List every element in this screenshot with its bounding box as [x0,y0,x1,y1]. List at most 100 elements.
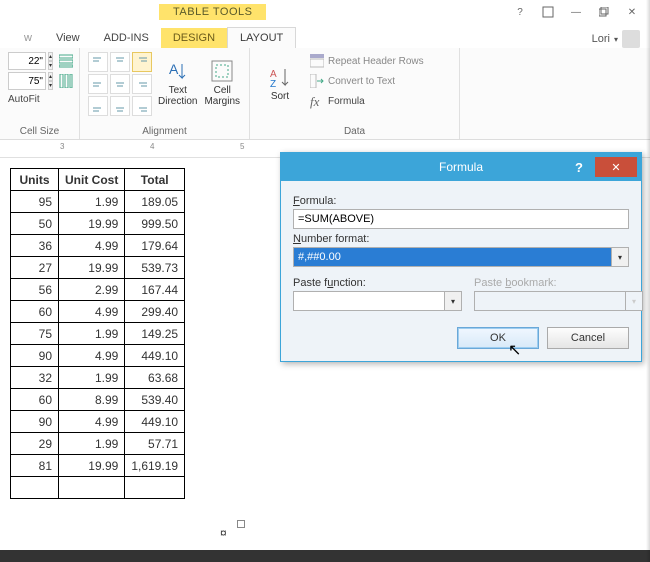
table-row[interactable] [11,477,185,499]
table-cell[interactable]: 299.40 [125,301,185,323]
table-cell[interactable]: 19.99 [59,455,125,477]
spin-down-icon[interactable]: ▾ [48,81,53,90]
table-row[interactable]: 604.99299.40 [11,301,185,323]
table-row[interactable]: 904.99449.10 [11,411,185,433]
tab-view-partial[interactable]: w [12,28,44,48]
restore-button[interactable] [590,2,618,22]
table-cell[interactable]: 539.40 [125,389,185,411]
table-row[interactable]: 608.99539.40 [11,389,185,411]
tab-design[interactable]: DESIGN [161,28,227,48]
table-cell[interactable]: 1,619.19 [125,455,185,477]
table-cell[interactable]: 81 [11,455,59,477]
convert-to-text-button[interactable]: Convert to Text [306,72,428,90]
paste-function-combo[interactable]: ▾ [293,291,462,311]
table-cell[interactable]: 539.73 [125,257,185,279]
col-width-spinner[interactable]: ▴▾ [8,72,71,90]
table-cell[interactable]: 4.99 [59,235,125,257]
table-cell[interactable]: 60 [11,389,59,411]
tab-view[interactable]: View [44,28,92,48]
table-cell[interactable]: 75 [11,323,59,345]
align-mid-left-button[interactable] [88,74,108,94]
table-cell[interactable]: 29 [11,433,59,455]
paste-function-input[interactable] [293,291,444,311]
cancel-button[interactable]: Cancel [547,327,629,349]
tab-addins[interactable]: ADD-INS [92,28,161,48]
table-header[interactable]: Total [125,169,185,191]
table-cell[interactable]: 8.99 [59,389,125,411]
table-cell[interactable]: 50 [11,213,59,235]
table-cell[interactable] [125,477,185,499]
table-cell[interactable]: 4.99 [59,301,125,323]
table-cell[interactable]: 4.99 [59,411,125,433]
tab-layout[interactable]: LAYOUT [227,27,296,48]
table-cell[interactable]: 60 [11,301,59,323]
table-row[interactable]: 8119.991,619.19 [11,455,185,477]
spin-down-icon[interactable]: ▾ [48,61,53,70]
number-format-dropdown-icon[interactable]: ▾ [611,247,629,267]
table-row[interactable]: 2719.99539.73 [11,257,185,279]
align-bot-right-button[interactable] [132,96,152,116]
table-cell[interactable]: 63.68 [125,367,185,389]
align-bot-center-button[interactable] [110,96,130,116]
align-top-center-button[interactable] [110,52,130,72]
table-cell[interactable]: 32 [11,367,59,389]
table-cell[interactable]: 1.99 [59,433,125,455]
repeat-header-rows-button[interactable]: Repeat Header Rows [306,52,428,70]
close-button[interactable]: ✕ [618,2,646,22]
table-row[interactable]: 321.9963.68 [11,367,185,389]
dialog-titlebar[interactable]: Formula ? ✕ [281,153,641,181]
ribbon-options-button[interactable] [534,2,562,22]
table-cell[interactable]: 19.99 [59,213,125,235]
spin-up-icon[interactable]: ▴ [48,72,53,81]
table-cell[interactable]: 56 [11,279,59,301]
table-row[interactable]: 562.99167.44 [11,279,185,301]
autofit-button[interactable]: AutoFit [8,94,71,105]
table-row[interactable]: 364.99179.64 [11,235,185,257]
user-area[interactable]: Lori ▾ [592,30,640,48]
formula-input[interactable] [293,209,629,229]
table-resize-handle[interactable] [237,520,245,528]
table-cell[interactable]: 27 [11,257,59,279]
table-cell[interactable]: 36 [11,235,59,257]
number-format-input[interactable] [293,247,611,267]
spin-up-icon[interactable]: ▴ [48,52,53,61]
cell-margins-button[interactable]: Cell Margins [203,52,241,114]
align-top-left-button[interactable] [88,52,108,72]
table-row[interactable]: 291.9957.71 [11,433,185,455]
table-header[interactable]: Unit Cost [59,169,125,191]
table-cell[interactable]: 4.99 [59,345,125,367]
table-cell[interactable]: 179.64 [125,235,185,257]
table-cell[interactable]: 1.99 [59,367,125,389]
formula-button[interactable]: fx Formula [306,92,428,110]
table-row[interactable]: 904.99449.10 [11,345,185,367]
table-cell[interactable]: 90 [11,345,59,367]
table-cell[interactable]: 2.99 [59,279,125,301]
help-button[interactable]: ? [506,2,534,22]
table-cell[interactable]: 149.25 [125,323,185,345]
align-mid-center-button[interactable] [110,74,130,94]
col-width-input[interactable] [8,72,46,90]
align-top-right-button[interactable] [132,52,152,72]
distribute-cols-icon[interactable] [59,74,73,88]
number-format-combo[interactable]: ▾ [293,247,629,267]
table-cell[interactable]: 19.99 [59,257,125,279]
table-cell[interactable]: 95 [11,191,59,213]
table-cell[interactable]: 1.99 [59,323,125,345]
ok-button[interactable]: OK [457,327,539,349]
table-cell[interactable]: 90 [11,411,59,433]
align-bot-left-button[interactable] [88,96,108,116]
data-table[interactable]: UnitsUnit CostTotal 951.99189.055019.999… [10,168,185,499]
paste-function-dropdown-icon[interactable]: ▾ [444,291,462,311]
table-cell[interactable]: 449.10 [125,345,185,367]
table-cell[interactable] [59,477,125,499]
table-row[interactable]: 5019.99999.50 [11,213,185,235]
table-row[interactable]: 751.99149.25 [11,323,185,345]
sort-button[interactable]: AZ Sort [258,52,302,114]
table-cell[interactable]: 57.71 [125,433,185,455]
table-cell[interactable]: 189.05 [125,191,185,213]
minimize-button[interactable]: — [562,2,590,22]
table-cell[interactable]: 167.44 [125,279,185,301]
table-header[interactable]: Units [11,169,59,191]
table-cell[interactable]: 449.10 [125,411,185,433]
dialog-help-button[interactable]: ? [567,157,591,177]
